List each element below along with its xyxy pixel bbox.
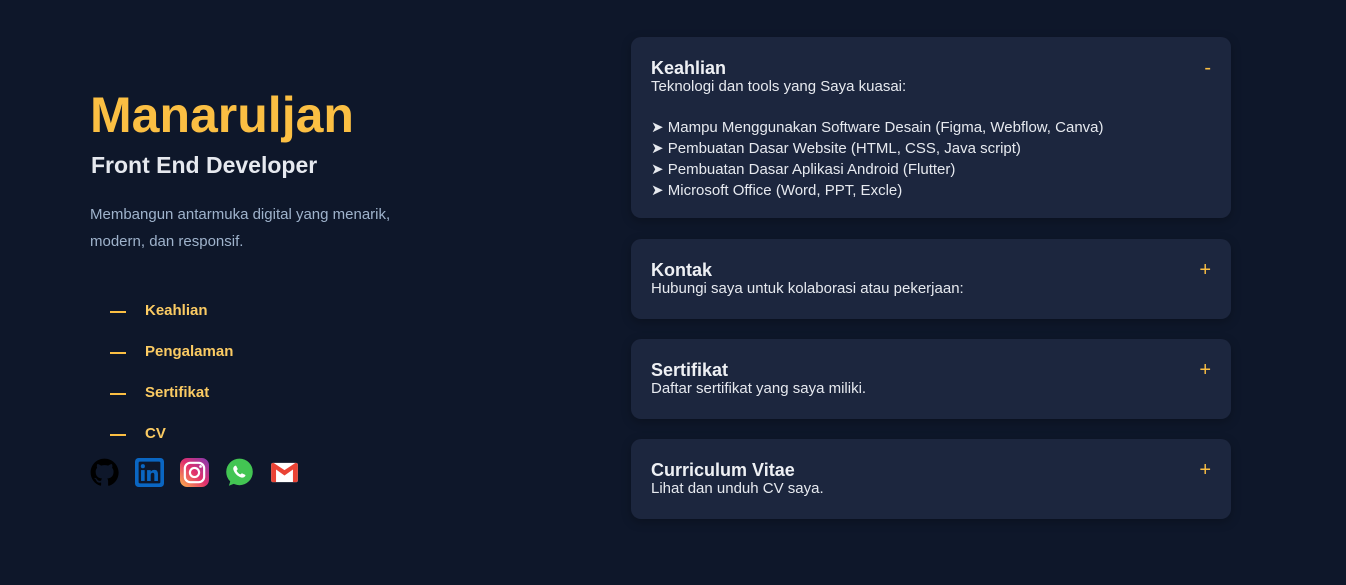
list-item: ➤ Mampu Menggunakan Software Desain (Fig… xyxy=(651,119,1104,136)
card-title: Curriculum Vitae xyxy=(651,460,795,480)
skills-list: ➤ Mampu Menggunakan Software Desain (Fig… xyxy=(651,117,1211,201)
nav-item-keahlian[interactable]: Keahlian xyxy=(110,290,233,331)
dash-icon xyxy=(110,392,126,395)
accordion-card-sertifikat[interactable]: Sertifikat Daftar sertifikat yang saya m… xyxy=(631,339,1231,419)
collapse-icon[interactable]: - xyxy=(1204,58,1211,78)
profile-role: Front End Developer xyxy=(91,152,318,178)
expand-icon[interactable]: + xyxy=(1199,460,1211,480)
accordion-card-cv[interactable]: Curriculum Vitae Lihat dan unduh CV saya… xyxy=(631,439,1231,519)
expand-icon[interactable]: + xyxy=(1199,260,1211,280)
profile-name: Manaruljan xyxy=(90,87,354,143)
list-item: ➤ Pembuatan Dasar Website (HTML, CSS, Ja… xyxy=(651,140,1021,157)
profile-description: Membangun antarmuka digital yang menarik… xyxy=(90,206,391,250)
expand-icon[interactable]: + xyxy=(1199,360,1211,380)
card-subtitle: Hubungi saya untuk kolaborasi atau peker… xyxy=(651,280,964,297)
dash-icon xyxy=(110,351,126,354)
card-subtitle: Daftar sertifikat yang saya miliki. xyxy=(651,380,867,397)
github-icon[interactable] xyxy=(90,458,119,487)
nav-item-cv[interactable]: CV xyxy=(110,413,233,454)
card-title: Kontak xyxy=(651,260,713,280)
accordion-card-kontak[interactable]: Kontak Hubungi saya untuk kolaborasi ata… xyxy=(631,239,1231,319)
card-title: Keahlian xyxy=(651,58,727,78)
linkedin-icon[interactable] xyxy=(135,458,164,487)
social-links xyxy=(90,458,315,487)
gmail-icon[interactable] xyxy=(270,458,299,487)
dash-icon xyxy=(110,310,126,313)
whatsapp-icon[interactable] xyxy=(225,458,254,487)
nav-item-label: Keahlian xyxy=(145,302,208,319)
nav-item-label: CV xyxy=(145,425,166,442)
nav-item-pengalaman[interactable]: Pengalaman xyxy=(110,331,233,372)
nav-item-label: Pengalaman xyxy=(145,343,234,360)
card-subtitle: Lihat dan unduh CV saya. xyxy=(651,480,824,497)
nav-item-label: Sertifikat xyxy=(145,384,210,401)
nav-item-sertifikat[interactable]: Sertifikat xyxy=(110,372,233,413)
section-nav: Keahlian Pengalaman Sertifikat CV xyxy=(110,290,233,454)
dash-icon xyxy=(110,433,126,436)
card-subtitle: Teknologi dan tools yang Saya kuasai: xyxy=(651,78,907,95)
card-title: Sertifikat xyxy=(651,360,729,380)
accordion-card-keahlian[interactable]: Keahlian Teknologi dan tools yang Saya k… xyxy=(631,37,1231,218)
list-item: ➤ Microsoft Office (Word, PPT, Excle) xyxy=(651,182,903,199)
instagram-icon[interactable] xyxy=(180,458,209,487)
list-item: ➤ Pembuatan Dasar Aplikasi Android (Flut… xyxy=(651,161,956,178)
